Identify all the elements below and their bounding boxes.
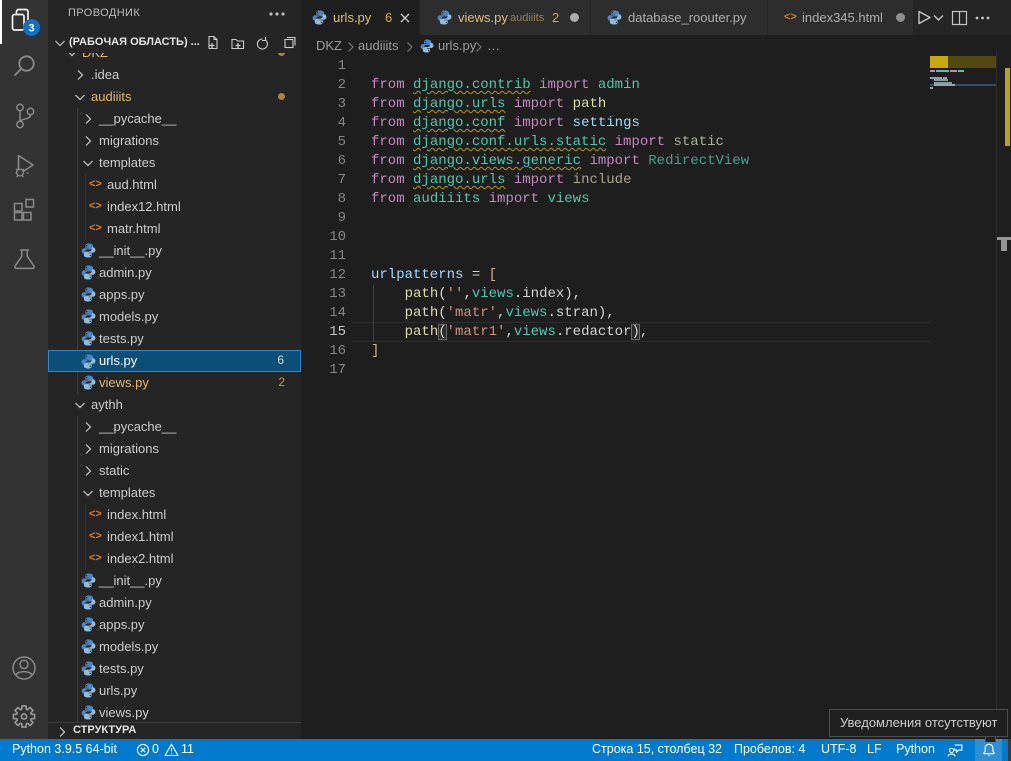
svg-text:3: 3 [28,23,34,35]
